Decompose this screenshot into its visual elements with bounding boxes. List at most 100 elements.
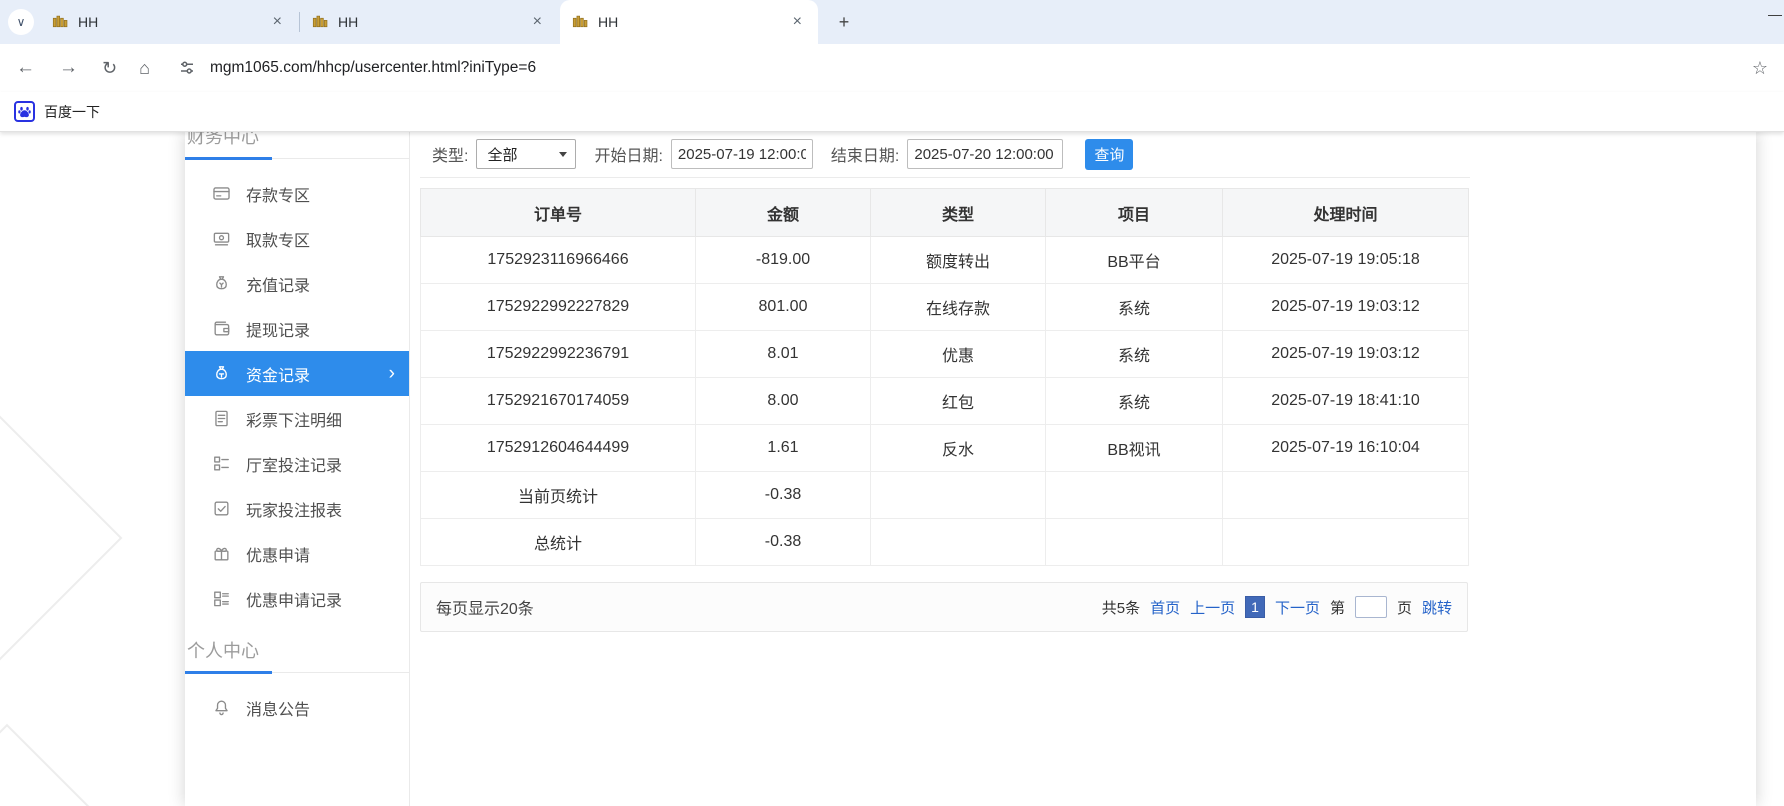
chevron-down-icon: ∨ bbox=[17, 15, 26, 29]
cell-order-no: 1752923116966466 bbox=[421, 237, 696, 284]
cell-time: 2025-07-19 19:03:12 bbox=[1223, 284, 1469, 331]
cell-amount: -819.00 bbox=[696, 237, 871, 284]
tab-bar: ∨ HH × HH × HH × + — bbox=[0, 0, 1784, 44]
cell-project: 系统 bbox=[1046, 284, 1223, 331]
sidebar-item-label: 充值记录 bbox=[246, 272, 310, 296]
sidebar-item-fund-records[interactable]: 资金记录 › bbox=[185, 351, 409, 396]
cell-amount: 1.61 bbox=[696, 425, 871, 472]
sidebar: 财务中心 存款专区 取款专区 充值记录 bbox=[185, 131, 410, 806]
list-grid-icon bbox=[212, 454, 231, 473]
sidebar-item-promo-apply[interactable]: 优惠申请 bbox=[185, 531, 409, 576]
site-settings-icon[interactable] bbox=[178, 59, 196, 77]
filter-bar: 类型: 全部 开始日期: 结束日期: 查询 bbox=[420, 131, 1470, 178]
site-favicon-icon bbox=[572, 14, 589, 31]
type-select-value: 全部 bbox=[487, 144, 517, 165]
cell-order-no: 1752922992227829 bbox=[421, 284, 696, 331]
search-button[interactable]: 查询 bbox=[1085, 139, 1133, 170]
bank-card-icon bbox=[212, 184, 231, 203]
cell-amount: -0.38 bbox=[696, 519, 871, 566]
first-page-link[interactable]: 首页 bbox=[1150, 597, 1180, 618]
banknote-icon bbox=[212, 229, 231, 248]
baidu-paw-icon[interactable] bbox=[14, 101, 35, 122]
cell-order-no: 1752912604644499 bbox=[421, 425, 696, 472]
tab-close-icon[interactable]: × bbox=[789, 13, 806, 31]
browser-tab-2[interactable]: HH × bbox=[300, 0, 558, 44]
current-page[interactable]: 1 bbox=[1245, 596, 1265, 618]
start-date-input[interactable] bbox=[671, 139, 813, 169]
table-row: 1752921670174059 8.00 红包 系统 2025-07-19 1… bbox=[421, 378, 1469, 425]
type-select[interactable]: 全部 bbox=[476, 139, 576, 169]
tab-title: HH bbox=[338, 14, 521, 30]
money-bag-icon bbox=[212, 274, 231, 293]
cell-stats-label: 当前页统计 bbox=[421, 472, 696, 519]
forward-icon[interactable]: → bbox=[59, 57, 78, 79]
cell-project: 系统 bbox=[1046, 331, 1223, 378]
fund-bag-icon bbox=[212, 364, 231, 383]
start-date-label: 开始日期: bbox=[594, 142, 662, 166]
bookmark-label[interactable]: 百度一下 bbox=[44, 102, 100, 122]
home-icon[interactable]: ⌂ bbox=[139, 58, 150, 79]
site-wrapper: 财务中心 存款专区 取款专区 充值记录 bbox=[185, 131, 1756, 806]
checkbox-report-icon bbox=[212, 499, 231, 518]
pagination-controls: 共5条 首页 上一页 1 下一页 第 页 跳转 bbox=[1102, 596, 1452, 618]
cell-time: 2025-07-19 19:05:18 bbox=[1223, 237, 1469, 284]
cell-project: 系统 bbox=[1046, 378, 1223, 425]
table-row: 1752922992227829 801.00 在线存款 系统 2025-07-… bbox=[421, 284, 1469, 331]
browser-tab-1[interactable]: HH × bbox=[40, 0, 298, 44]
receipt-icon bbox=[212, 409, 231, 428]
tab-title: HH bbox=[78, 14, 261, 30]
sidebar-item-promo-apply-records[interactable]: 优惠申请记录 bbox=[185, 576, 409, 621]
sidebar-item-lottery-bet-details[interactable]: 彩票下注明细 bbox=[185, 396, 409, 441]
type-label: 类型: bbox=[432, 142, 468, 166]
sidebar-item-label: 消息公告 bbox=[246, 696, 310, 720]
cell-amount: 801.00 bbox=[696, 284, 871, 331]
back-icon[interactable]: ← bbox=[16, 57, 35, 79]
cell-type: 在线存款 bbox=[871, 284, 1046, 331]
col-header-amount: 金额 bbox=[696, 189, 871, 237]
reload-icon[interactable]: ↻ bbox=[102, 58, 117, 79]
end-date-input[interactable] bbox=[907, 139, 1063, 169]
minimize-button[interactable]: — bbox=[1768, 6, 1782, 22]
tab-close-icon[interactable]: × bbox=[269, 13, 286, 31]
table-row: 1752923116966466 -819.00 额度转出 BB平台 2025-… bbox=[421, 237, 1469, 284]
new-tab-button[interactable]: + bbox=[832, 10, 856, 34]
bookmark-star-icon[interactable]: ☆ bbox=[1752, 58, 1768, 79]
page-jump-input[interactable] bbox=[1355, 596, 1387, 618]
sidebar-item-label: 存款专区 bbox=[246, 182, 310, 206]
cell-project: BB视讯 bbox=[1046, 425, 1223, 472]
tab-search-button[interactable]: ∨ bbox=[8, 9, 34, 35]
cell-order-no: 1752921670174059 bbox=[421, 378, 696, 425]
sidebar-item-recharge-records[interactable]: 充值记录 bbox=[185, 261, 409, 306]
browser-tab-3-active[interactable]: HH × bbox=[560, 0, 818, 44]
sidebar-item-message-announcements[interactable]: 消息公告 bbox=[185, 685, 409, 730]
table-row-total-stats: 总统计 -0.38 bbox=[421, 519, 1469, 566]
jump-suffix-label: 页 bbox=[1397, 597, 1412, 618]
sidebar-section-personal-title: 个人中心 bbox=[185, 633, 409, 673]
tab-title: HH bbox=[598, 14, 781, 30]
sidebar-item-withdraw-zone[interactable]: 取款专区 bbox=[185, 216, 409, 261]
sidebar-item-deposit-zone[interactable]: 存款专区 bbox=[185, 171, 409, 216]
col-header-order-no: 订单号 bbox=[421, 189, 696, 237]
sidebar-item-hall-bet-records[interactable]: 厅室投注记录 bbox=[185, 441, 409, 486]
cell-amount: -0.38 bbox=[696, 472, 871, 519]
cell-time: 2025-07-19 19:03:12 bbox=[1223, 331, 1469, 378]
dropdown-arrow-icon bbox=[559, 152, 567, 157]
prev-page-link[interactable]: 上一页 bbox=[1190, 597, 1235, 618]
sidebar-item-label: 玩家投注报表 bbox=[246, 497, 342, 521]
sidebar-item-label: 提现记录 bbox=[246, 317, 310, 341]
page-size-text: 每页显示20条 bbox=[436, 595, 534, 619]
table-header-row: 订单号 金额 类型 项目 处理时间 bbox=[421, 189, 1469, 237]
url-bar[interactable]: mgm1065.com/hhcp/usercenter.html?iniType… bbox=[210, 59, 1752, 77]
sidebar-item-player-bet-report[interactable]: 玩家投注报表 bbox=[185, 486, 409, 531]
tab-close-icon[interactable]: × bbox=[529, 13, 546, 31]
cell-empty bbox=[871, 519, 1046, 566]
sidebar-item-withdraw-records[interactable]: 提现记录 bbox=[185, 306, 409, 351]
next-page-link[interactable]: 下一页 bbox=[1275, 597, 1320, 618]
bell-icon bbox=[212, 698, 231, 717]
cell-type: 反水 bbox=[871, 425, 1046, 472]
sidebar-item-label: 厅室投注记录 bbox=[246, 452, 342, 476]
page-content: 财务中心 存款专区 取款专区 充值记录 bbox=[0, 131, 1784, 806]
browser-toolbar: ← → ↻ ⌂ mgm1065.com/hhcp/usercenter.html… bbox=[0, 44, 1784, 92]
cell-amount: 8.01 bbox=[696, 331, 871, 378]
jump-button[interactable]: 跳转 bbox=[1422, 597, 1452, 618]
